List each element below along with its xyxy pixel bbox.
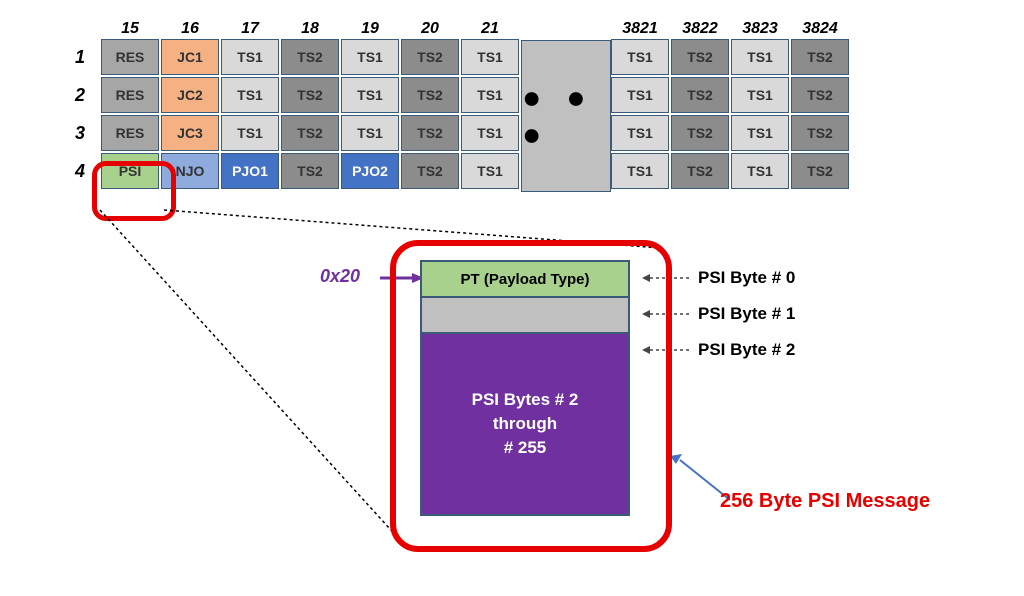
cell-ts1: TS1 — [461, 39, 519, 75]
col-header: 18 — [280, 20, 340, 38]
cell-jc2: JC2 — [161, 77, 219, 113]
frame-overhead-table: 151617181920213821382238233824 ● ● ● 1RE… — [60, 20, 850, 190]
cell-ts2: TS2 — [401, 115, 459, 151]
psi-message-detail: PT (Payload Type) PSI Bytes # 2 through … — [400, 250, 670, 506]
cell-ts1: TS1 — [611, 153, 669, 189]
col-header: 19 — [340, 20, 400, 38]
psi-bytes-rest-box: PSI Bytes # 2 through # 255 — [420, 334, 630, 516]
row-label: 4 — [60, 161, 100, 182]
column-headers: 15161718192021 3821382238233824 — [100, 20, 850, 38]
cell-ts1: TS1 — [221, 115, 279, 151]
cell-psi: PSI — [101, 153, 159, 189]
cell-ts2: TS2 — [401, 77, 459, 113]
col-header: 20 — [400, 20, 460, 38]
hex-value-label: 0x20 — [320, 266, 360, 287]
cell-ts1: TS1 — [341, 115, 399, 151]
cell-ts2: TS2 — [671, 153, 729, 189]
cell-ts1: TS1 — [341, 39, 399, 75]
col-header: 21 — [460, 20, 520, 38]
psi-byte2-label: PSI Byte # 2 — [698, 340, 795, 360]
col-header: 3822 — [670, 20, 730, 38]
col-header: 15 — [100, 20, 160, 38]
row-label: 2 — [60, 85, 100, 106]
psi-payload-type-box: PT (Payload Type) — [420, 260, 630, 298]
psi-256byte-label: 256 Byte PSI Message — [720, 490, 930, 513]
psi-byte0-label: PSI Byte # 0 — [698, 268, 795, 288]
cell-ts2: TS2 — [791, 77, 849, 113]
psi-rest-line3: # 255 — [504, 436, 547, 460]
row-label: 3 — [60, 123, 100, 144]
cell-ts1: TS1 — [461, 77, 519, 113]
cell-ts1: TS1 — [221, 77, 279, 113]
cell-ts1: TS1 — [461, 153, 519, 189]
psi-rest-line1: PSI Bytes # 2 — [472, 388, 579, 412]
cell-jc3: JC3 — [161, 115, 219, 151]
table-row: 3RESJC3TS1TS2TS1TS2TS1TS1TS2TS1TS2 — [60, 114, 850, 152]
cell-ts1: TS1 — [611, 115, 669, 151]
cell-ts2: TS2 — [281, 153, 339, 189]
cell-ts2: TS2 — [281, 77, 339, 113]
cell-ts1: TS1 — [611, 39, 669, 75]
cell-ts1: TS1 — [731, 39, 789, 75]
cell-res: RES — [101, 115, 159, 151]
psi-byte1-label: PSI Byte # 1 — [698, 304, 795, 324]
cell-ts1: TS1 — [731, 153, 789, 189]
ellipsis-gap: ● ● ● — [521, 40, 611, 192]
grid-body: ● ● ● 1RESJC1TS1TS2TS1TS2TS1TS1TS2TS1TS2… — [60, 38, 850, 190]
cell-ts1: TS1 — [731, 77, 789, 113]
cell-res: RES — [101, 77, 159, 113]
cell-ts2: TS2 — [791, 153, 849, 189]
cell-res: RES — [101, 39, 159, 75]
psi-rest-line2: through — [493, 412, 557, 436]
cell-ts2: TS2 — [281, 115, 339, 151]
cell-ts1: TS1 — [221, 39, 279, 75]
cell-ts1: TS1 — [341, 77, 399, 113]
col-header: 3824 — [790, 20, 850, 38]
psi-byte1-box — [420, 298, 630, 334]
col-header: 17 — [220, 20, 280, 38]
cell-ts2: TS2 — [281, 39, 339, 75]
cell-ts2: TS2 — [401, 153, 459, 189]
col-header: 16 — [160, 20, 220, 38]
cell-ts2: TS2 — [671, 39, 729, 75]
cell-ts1: TS1 — [731, 115, 789, 151]
cell-jc1: JC1 — [161, 39, 219, 75]
cell-njo: NJO — [161, 153, 219, 189]
cell-ts2: TS2 — [671, 115, 729, 151]
table-row: 4PSINJOPJO1TS2PJO2TS2TS1TS1TS2TS1TS2 — [60, 152, 850, 190]
cell-pjo2: PJO2 — [341, 153, 399, 189]
row-label: 1 — [60, 47, 100, 68]
cell-ts1: TS1 — [611, 77, 669, 113]
table-row: 2RESJC2TS1TS2TS1TS2TS1TS1TS2TS1TS2 — [60, 76, 850, 114]
cell-ts2: TS2 — [671, 77, 729, 113]
table-row: 1RESJC1TS1TS2TS1TS2TS1TS1TS2TS1TS2 — [60, 38, 850, 76]
cell-pjo1: PJO1 — [221, 153, 279, 189]
cell-ts1: TS1 — [461, 115, 519, 151]
cell-ts2: TS2 — [791, 115, 849, 151]
cell-ts2: TS2 — [401, 39, 459, 75]
cell-ts2: TS2 — [791, 39, 849, 75]
col-header: 3823 — [730, 20, 790, 38]
col-header: 3821 — [610, 20, 670, 38]
